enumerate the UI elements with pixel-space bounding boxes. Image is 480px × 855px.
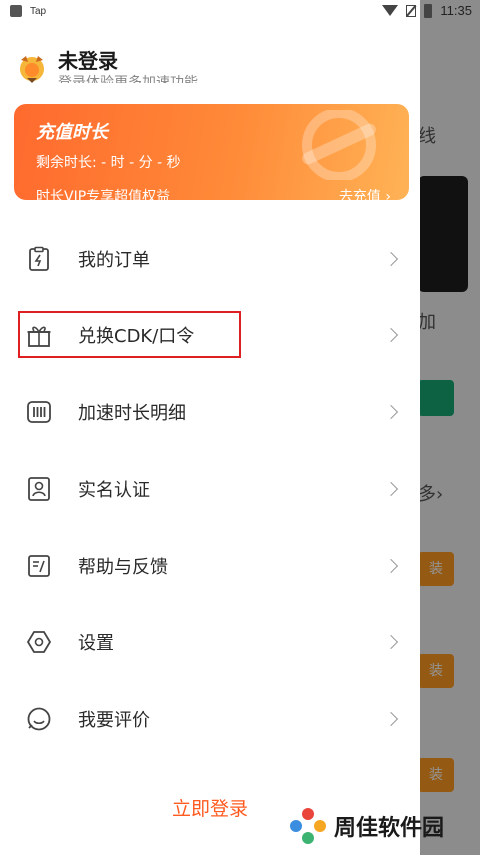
recharge-link[interactable]: 去充值 › <box>339 186 391 200</box>
menu-item-real-name-verification[interactable]: 实名认证 <box>0 451 420 527</box>
battery-icon <box>424 3 433 18</box>
no-sim-icon <box>406 4 417 17</box>
chevron-right-icon <box>383 711 399 727</box>
app-notification-icon <box>10 5 22 17</box>
barcode-icon <box>27 401 51 423</box>
status-bar: Tap 11:35 <box>0 0 480 24</box>
status-time: 11:35 <box>440 3 472 18</box>
watermark-text: 周佳软件园 <box>334 816 445 841</box>
id-card-icon <box>28 477 50 501</box>
menu-item-label: 我要评价 <box>78 710 150 731</box>
chevron-right-icon <box>383 327 399 343</box>
chevron-right-icon <box>383 634 399 650</box>
status-app-name: Tap <box>30 5 47 17</box>
menu-item-orders[interactable]: 我的订单 <box>0 221 420 297</box>
menu-item-label: 加速时长明细 <box>78 403 186 424</box>
highlight-box <box>18 311 241 358</box>
side-drawer: 未登录 登录体验更多加速功能 充值时长 剩余时长: - 时 - 分 - 秒 时长… <box>0 0 420 855</box>
rating-icon <box>27 707 51 731</box>
menu-item-label: 帮助与反馈 <box>78 557 168 578</box>
watermark-logo-icon <box>290 808 326 844</box>
avatar-icon <box>20 56 44 83</box>
settings-icon <box>26 631 52 653</box>
chevron-right-icon <box>383 481 399 497</box>
watermark: 周佳软件园 <box>288 806 444 846</box>
menu-item-rate-us[interactable]: 我要评价 <box>0 681 420 757</box>
vip-decoration-icon <box>302 110 376 180</box>
chevron-right-icon <box>383 558 399 574</box>
wifi-icon <box>382 5 399 16</box>
avatar[interactable] <box>16 52 48 84</box>
chevron-right-icon <box>383 251 399 267</box>
vip-card[interactable]: 充值时长 剩余时长: - 时 - 分 - 秒 时长VIP专享超值权益 去充值 › <box>14 104 409 200</box>
vip-benefit: 时长VIP专享超值权益 <box>36 189 171 200</box>
menu-item-label: 实名认证 <box>78 480 150 501</box>
vip-title: 充值时长 <box>36 122 108 143</box>
user-name: 未登录 <box>58 49 118 73</box>
user-subtitle: 登录体验更多加速功能 <box>58 75 198 83</box>
menu-item-settings[interactable]: 设置 <box>0 604 420 680</box>
menu-item-label: 我的订单 <box>78 250 150 271</box>
chevron-right-icon <box>383 404 399 420</box>
feedback-icon <box>28 555 50 577</box>
menu-item-label: 设置 <box>78 633 114 654</box>
menu-item-help-feedback[interactable]: 帮助与反馈 <box>0 528 420 604</box>
order-icon <box>29 246 49 271</box>
menu-item-acceleration-details[interactable]: 加速时长明细 <box>0 374 420 450</box>
vip-remaining-time: 剩余时长: - 时 - 分 - 秒 <box>36 155 181 171</box>
